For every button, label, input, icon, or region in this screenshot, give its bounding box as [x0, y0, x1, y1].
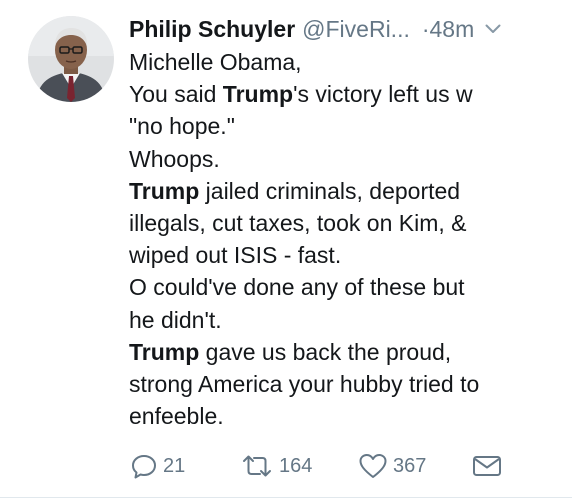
tweet-header: Philip Schuyler @FiveRi... ·48m	[129, 12, 559, 46]
tweet-text-segment: illegals, cut taxes, took on Kim, &	[129, 210, 467, 237]
tweet-text-line: Michelle Obama,	[129, 46, 559, 78]
tweet-text-line: Whoops.	[129, 143, 559, 175]
reply-count: 21	[163, 454, 186, 477]
tweet-text-segment: "no hope."	[129, 113, 235, 140]
chevron-down-icon[interactable]	[484, 20, 502, 38]
tweet-text-line: "no hope."	[129, 110, 559, 142]
tweet-text-segment: O could've done any of these but	[129, 274, 465, 301]
tweet-text-segment: enfeeble.	[129, 403, 224, 430]
tweet-text-line: strong America your hubby tried to	[129, 368, 559, 400]
tweet-text-bold: Trump	[129, 338, 200, 365]
envelope-icon	[472, 452, 502, 480]
tweet-text-line: You said Trump's victory left us w	[129, 78, 559, 110]
tweet-text-line: he didn't.	[129, 304, 559, 336]
tweet-text-segment: strong America your hubby tried to	[129, 371, 480, 398]
tweet-text-segment: Whoops.	[129, 145, 220, 172]
tweet-text-segment: jailed criminals, deported	[199, 177, 461, 204]
tweet-text-line: wiped out ISIS - fast.	[129, 239, 559, 271]
tweet-text-line: enfeeble.	[129, 400, 559, 432]
tweet-text-line: O could've done any of these but	[129, 271, 559, 303]
direct-message-button[interactable]	[472, 450, 502, 482]
retweet-button[interactable]: 164	[240, 450, 312, 482]
tweet-text-segment: 's victory left us w	[293, 81, 473, 108]
heart-icon	[358, 452, 388, 480]
avatar-photo	[28, 16, 114, 102]
reply-icon	[130, 452, 158, 480]
author-name[interactable]: Philip Schuyler	[129, 16, 295, 43]
tweet-text-line: Trump jailed criminals, deported	[129, 175, 559, 207]
tweet-text: Michelle Obama, You said Trump's victory …	[129, 46, 559, 432]
tweet-text-segment: gave us back the proud,	[199, 338, 452, 365]
like-button[interactable]: 367	[358, 450, 426, 482]
retweet-icon	[240, 452, 274, 480]
tweet-text-segment: You said	[129, 81, 223, 108]
reply-button[interactable]: 21	[130, 450, 185, 482]
tweet-card: Philip Schuyler @FiveRi... ·48m Michelle…	[0, 0, 572, 500]
like-count: 367	[393, 454, 427, 477]
tweet-text-line: illegals, cut taxes, took on Kim, &	[129, 207, 559, 239]
divider	[0, 497, 572, 498]
tweet-actions: 21 164 367	[130, 450, 550, 482]
tweet-timestamp[interactable]: ·48m	[422, 16, 474, 43]
tweet-text-line: Trump gave us back the proud,	[129, 336, 559, 368]
retweet-count: 164	[279, 454, 313, 477]
tweet-text-segment: wiped out ISIS - fast.	[129, 242, 342, 269]
tweet-text-segment: he didn't.	[129, 306, 222, 333]
tweet-text-bold: Trump	[129, 177, 200, 204]
author-handle[interactable]: @FiveRi...	[302, 16, 410, 43]
tweet-text-bold: Trump	[222, 81, 294, 108]
tweet-text-segment: Michelle Obama,	[129, 49, 302, 75]
avatar[interactable]	[28, 16, 114, 102]
